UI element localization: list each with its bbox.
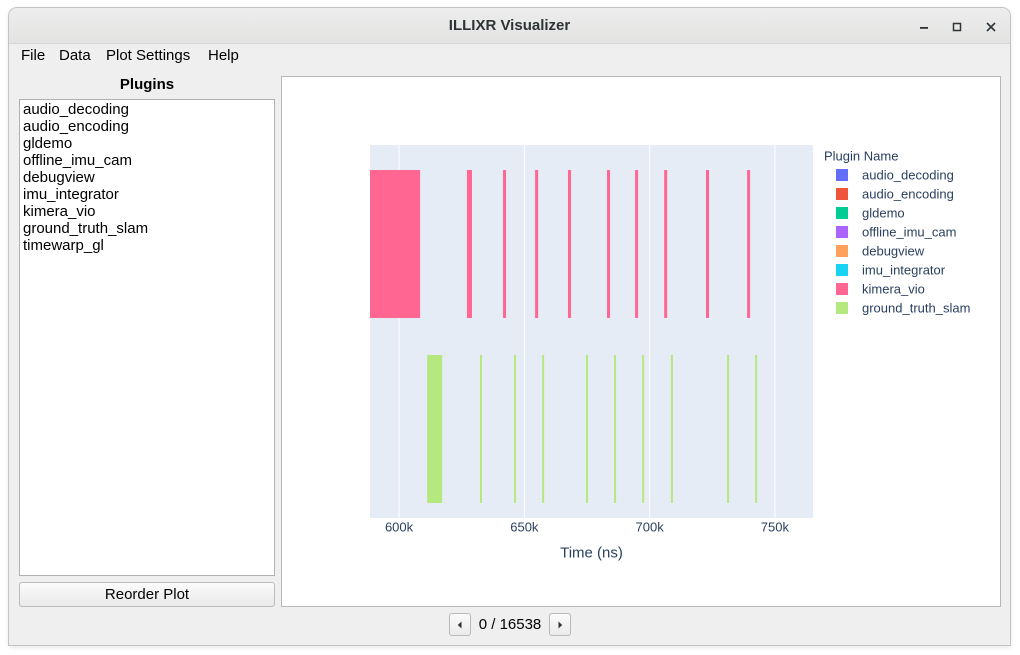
bar-ground-truth-slam — [479, 355, 483, 503]
plugin-item[interactable]: debugview — [23, 169, 271, 186]
bar-ground-truth-slam — [427, 355, 443, 503]
bar-kimera-vio — [747, 170, 751, 318]
app-window: ILLIXR Visualizer File Data Plot Setting… — [9, 8, 1010, 645]
window-title: ILLIXR Visualizer — [448, 17, 571, 34]
legend-item-gldemo[interactable]: gldemo — [836, 206, 905, 221]
x-tick-label: 600k — [385, 520, 414, 535]
bar-kimera-vio — [466, 170, 472, 318]
legend-label: audio_encoding — [862, 187, 954, 202]
reorder-plot-button[interactable]: Reorder Plot — [19, 582, 275, 607]
bar-kimera-vio — [635, 170, 639, 318]
plugin-item[interactable]: offline_imu_cam — [23, 152, 271, 169]
legend-swatch — [836, 169, 848, 181]
legend: Plugin Name audio_decoding audio_encodingg… — [824, 149, 970, 316]
legend-title: Plugin Name — [824, 149, 898, 164]
legend-item-audio-decoding[interactable]: audio_decoding — [836, 168, 954, 183]
bar-kimera-vio — [503, 170, 507, 318]
next-frame-button[interactable] — [549, 613, 571, 636]
menu-file[interactable]: File — [15, 44, 51, 67]
legend-label: audio_decoding — [862, 168, 954, 183]
chevron-left-icon — [457, 621, 462, 628]
maximize-icon — [952, 22, 962, 32]
menu-plot-settings[interactable]: Plot Settings — [100, 44, 196, 67]
plugin-item[interactable]: imu_integrator — [23, 186, 271, 203]
menu-bar: File Data Plot Settings Help — [9, 44, 1010, 67]
x-tick-label: 700k — [636, 520, 665, 535]
legend-swatch — [836, 283, 848, 295]
legend-item-audio-encoding[interactable]: audio_encoding — [836, 187, 954, 202]
legend-swatch — [836, 302, 848, 314]
legend-item-imu-integrator[interactable]: imu_integrator — [836, 263, 946, 278]
plot-panel: 600k 650k 700k 750k Time (ns) Plugin Name audi… — [281, 76, 1001, 607]
legend-swatch — [836, 245, 848, 257]
legend-item-kimera-vio[interactable]: kimera_vio — [836, 282, 925, 297]
prev-frame-button[interactable] — [449, 613, 471, 636]
bar-ground-truth-slam — [642, 355, 645, 503]
plugins-title: Plugins — [119, 76, 175, 93]
legend-swatch — [836, 264, 848, 276]
bar-kimera-vio — [567, 170, 571, 318]
bar-kimera-vio — [607, 170, 611, 318]
plugin-list[interactable]: audio_decoding audio_encoding gldemo off… — [19, 99, 275, 576]
bar-kimera-vio — [664, 170, 668, 318]
legend-swatch — [836, 188, 848, 200]
bar-kimera-vio — [706, 170, 710, 318]
bar-ground-truth-slam — [755, 355, 758, 503]
close-button[interactable] — [979, 15, 1003, 39]
minimize-button[interactable] — [912, 15, 936, 39]
plugin-item[interactable]: audio_decoding — [23, 101, 271, 118]
legend-label: ground_truth_slam — [862, 301, 970, 316]
legend-item-ground-truth-slam[interactable]: ground_truth_slam — [836, 301, 970, 316]
legend-swatch — [836, 226, 848, 238]
bar-kimera-vio — [535, 170, 539, 318]
frame-counter: 0 / 16538 — [478, 616, 542, 633]
bar-kimera-vio — [370, 170, 421, 318]
bar-ground-truth-slam — [614, 355, 617, 503]
bar-ground-truth-slam — [585, 355, 588, 503]
x-tick-label: 650k — [510, 520, 539, 535]
timeline-chart[interactable]: 600k 650k 700k 750k Time (ns) Plugin Name audi… — [282, 77, 1000, 606]
legend-item-offline-imu-cam[interactable]: offline_imu_cam — [836, 225, 956, 240]
x-tick-label: 750k — [761, 520, 790, 535]
x-axis-title: Time (ns) — [560, 545, 623, 562]
bar-ground-truth-slam — [542, 355, 545, 503]
plugin-item[interactable]: audio_encoding — [23, 118, 271, 135]
legend-item-debugview[interactable]: debugview — [836, 244, 925, 259]
bar-ground-truth-slam — [514, 355, 517, 503]
legend-label: gldemo — [862, 206, 905, 221]
bar-ground-truth-slam — [670, 355, 673, 503]
plugin-item[interactable]: ground_truth_slam — [23, 220, 271, 237]
chevron-right-icon — [558, 621, 563, 628]
minimize-icon — [920, 27, 928, 29]
plugin-item[interactable]: kimera_vio — [23, 203, 271, 220]
plugin-item[interactable]: timewarp_gl — [23, 237, 271, 254]
menu-help[interactable]: Help — [202, 44, 245, 67]
menu-data[interactable]: Data — [53, 44, 97, 67]
close-icon — [986, 22, 996, 32]
maximize-button[interactable] — [945, 15, 969, 39]
plugin-item[interactable]: gldemo — [23, 135, 271, 152]
legend-label: offline_imu_cam — [862, 225, 956, 240]
legend-label: debugview — [862, 244, 925, 259]
title-bar[interactable]: ILLIXR Visualizer — [9, 8, 1010, 44]
legend-label: kimera_vio — [862, 282, 925, 297]
legend-label: imu_integrator — [862, 263, 946, 278]
bar-ground-truth-slam — [727, 355, 730, 503]
legend-swatch — [836, 207, 848, 219]
